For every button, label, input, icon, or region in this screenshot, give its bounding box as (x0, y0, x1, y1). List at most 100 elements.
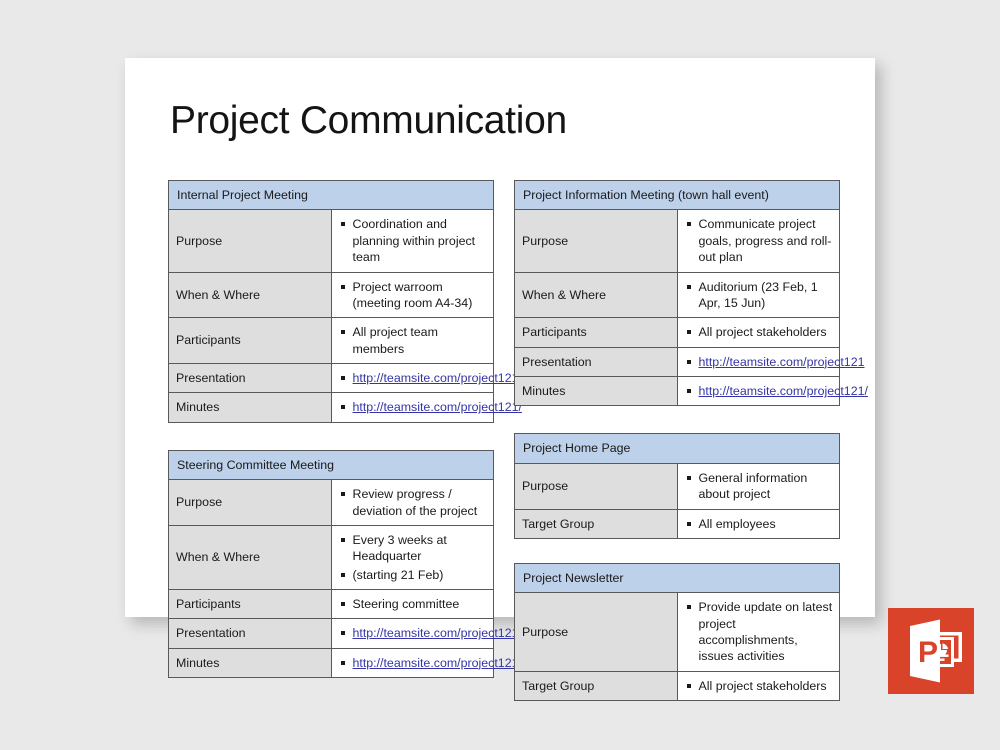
table-row: Target Group All project stakeholders (514, 670, 840, 702)
row-label: When & Where (168, 524, 332, 591)
table-row: Purpose Coordination and planning within … (168, 209, 494, 273)
row-label: Purpose (514, 209, 678, 273)
row-label: Participants (514, 317, 678, 348)
bullet-list: Steering committee (332, 596, 488, 612)
table-internal-project-meeting: Internal Project Meeting Purpose Coordinat… (168, 179, 522, 423)
slide-canvas: Project Communication Internal Project M… (125, 58, 875, 702)
row-value: Auditorium (23 Feb, 1 Apr, 15 Jun) (676, 271, 840, 319)
bullet-item: General information about project (678, 470, 834, 503)
row-label: Presentation (168, 618, 332, 649)
bullet-list: Communicate project goals, progress and … (678, 216, 834, 265)
row-value: All project team members (330, 317, 494, 364)
bullet-item: http://teamsite.com/project121/ (332, 655, 522, 671)
bullet-list: http://teamsite.com/project121 (678, 354, 864, 370)
table-title: Project Information Meeting (town hall e… (514, 179, 840, 211)
table-row: Purpose Provide update on latest project … (514, 592, 840, 672)
row-label: Minutes (514, 375, 678, 407)
bullet-list: All employees (678, 516, 834, 532)
row-label: Minutes (168, 392, 332, 423)
table-row: Presentation http://teamsite.com/project1… (168, 362, 522, 394)
row-value: http://teamsite.com/project121/ (330, 392, 522, 423)
bullet-list: http://teamsite.com/project121/ (332, 655, 522, 671)
row-value: http://teamsite.com/project121/ (676, 375, 868, 407)
row-value: Review progress / deviation of the proje… (330, 479, 494, 526)
table-project-newsletter: Project Newsletter Purpose Provide update … (514, 562, 840, 702)
row-label: Target Group (514, 508, 678, 539)
hyperlink[interactable]: http://teamsite.com/project121 (699, 355, 865, 369)
bullet-item: http://teamsite.com/project121/ (332, 625, 522, 641)
table-row: When & Where Every 3 weeks at Headquarter… (168, 524, 494, 591)
table-row: Participants All project stakeholders (514, 317, 840, 348)
page-title: Project Communication (170, 99, 567, 142)
bullet-item: (starting 21 Feb) (332, 567, 488, 583)
svg-text:P: P (918, 636, 938, 669)
bullet-item: Coordination and planning within project… (332, 216, 488, 265)
bullet-item: Auditorium (23 Feb, 1 Apr, 15 Jun) (678, 279, 834, 312)
bullet-item: http://teamsite.com/project121/ (332, 370, 522, 386)
table-project-information-meeting: Project Information Meeting (town hall e… (514, 179, 868, 407)
bullet-list: All project stakeholders (678, 678, 834, 694)
row-label: Participants (168, 588, 332, 620)
row-value: Every 3 weeks at Headquarter (starting 21… (330, 524, 494, 591)
row-label: Purpose (514, 462, 678, 510)
bullet-list: All project stakeholders (678, 324, 834, 340)
row-label: Presentation (514, 346, 678, 378)
bullet-item: Every 3 weeks at Headquarter (332, 532, 488, 565)
bullet-list: http://teamsite.com/project121/ (332, 370, 522, 386)
table-row: When & Where Project warroom (meeting roo… (168, 271, 494, 319)
table-row: Presentation http://teamsite.com/project1… (168, 618, 522, 649)
table-row: Presentation http://teamsite.com/project1… (514, 346, 864, 378)
hyperlink[interactable]: http://teamsite.com/project121/ (353, 400, 522, 414)
table-title: Project Home Page (514, 433, 840, 464)
bullet-list: All project team members (332, 324, 488, 357)
row-label: Purpose (168, 479, 332, 526)
bullet-item: All employees (678, 516, 834, 532)
bullet-item: All project stakeholders (678, 678, 834, 694)
bullet-item: Communicate project goals, progress and … (678, 216, 834, 265)
table-header-row: Project Home Page (514, 433, 840, 464)
table-project-home-page: Project Home Page Purpose General informat… (514, 433, 840, 539)
table-row: Minutes http://teamsite.com/project121/ (168, 392, 522, 423)
row-label: Presentation (168, 362, 332, 394)
hyperlink[interactable]: http://teamsite.com/project121/ (353, 626, 522, 640)
table-title: Project Newsletter (514, 562, 840, 594)
left-table-column: Internal Project Meeting Purpose Coordinat… (168, 179, 522, 702)
row-value: All employees (676, 508, 840, 539)
bullet-list: Provide update on latest project accompl… (678, 599, 834, 665)
row-value: All project stakeholders (676, 317, 840, 348)
table-row: Minutes http://teamsite.com/project121/ (514, 375, 868, 407)
row-value: http://teamsite.com/project121/ (330, 362, 522, 394)
right-table-column: Project Information Meeting (town hall e… (514, 179, 868, 725)
bullet-list: http://teamsite.com/project121/ (332, 399, 522, 415)
row-value: General information about project (676, 462, 840, 510)
hyperlink[interactable]: http://teamsite.com/project121/ (699, 384, 868, 398)
table-row: Purpose Communicate project goals, progre… (514, 209, 840, 273)
bullet-item: http://teamsite.com/project121/ (332, 399, 522, 415)
table-header-row: Steering Committee Meeting (168, 449, 494, 481)
bullet-list: http://teamsite.com/project121/ (678, 383, 868, 399)
row-label: When & Where (168, 271, 332, 319)
bullet-item: http://teamsite.com/project121 (678, 354, 864, 370)
row-value: Project warroom (meeting room A4-34) (330, 271, 494, 319)
row-label: Target Group (514, 670, 678, 702)
row-value: Communicate project goals, progress and … (676, 209, 840, 273)
table-header-row: Project Newsletter (514, 562, 840, 594)
hyperlink[interactable]: http://teamsite.com/project121/ (353, 371, 522, 385)
row-value: Coordination and planning within project… (330, 209, 494, 273)
table-header-row: Project Information Meeting (town hall e… (514, 179, 840, 211)
table-row: Participants All project team members (168, 317, 494, 364)
table-row: Participants Steering committee (168, 588, 494, 620)
table-title: Internal Project Meeting (168, 179, 494, 211)
table-row: Target Group All employees (514, 508, 840, 539)
row-label: Purpose (168, 209, 332, 273)
row-label: Purpose (514, 592, 678, 672)
table-row: Minutes http://teamsite.com/project121/ (168, 647, 522, 679)
bullet-list: http://teamsite.com/project121/ (332, 625, 522, 641)
row-value: http://teamsite.com/project121/ (330, 647, 522, 679)
bullet-item: Project warroom (meeting room A4-34) (332, 279, 488, 312)
bullet-list: Project warroom (meeting room A4-34) (332, 279, 488, 312)
bullet-item: All project team members (332, 324, 488, 357)
row-value: http://teamsite.com/project121 (676, 346, 864, 378)
hyperlink[interactable]: http://teamsite.com/project121/ (353, 656, 522, 670)
bullet-list: Review progress / deviation of the proje… (332, 486, 488, 519)
